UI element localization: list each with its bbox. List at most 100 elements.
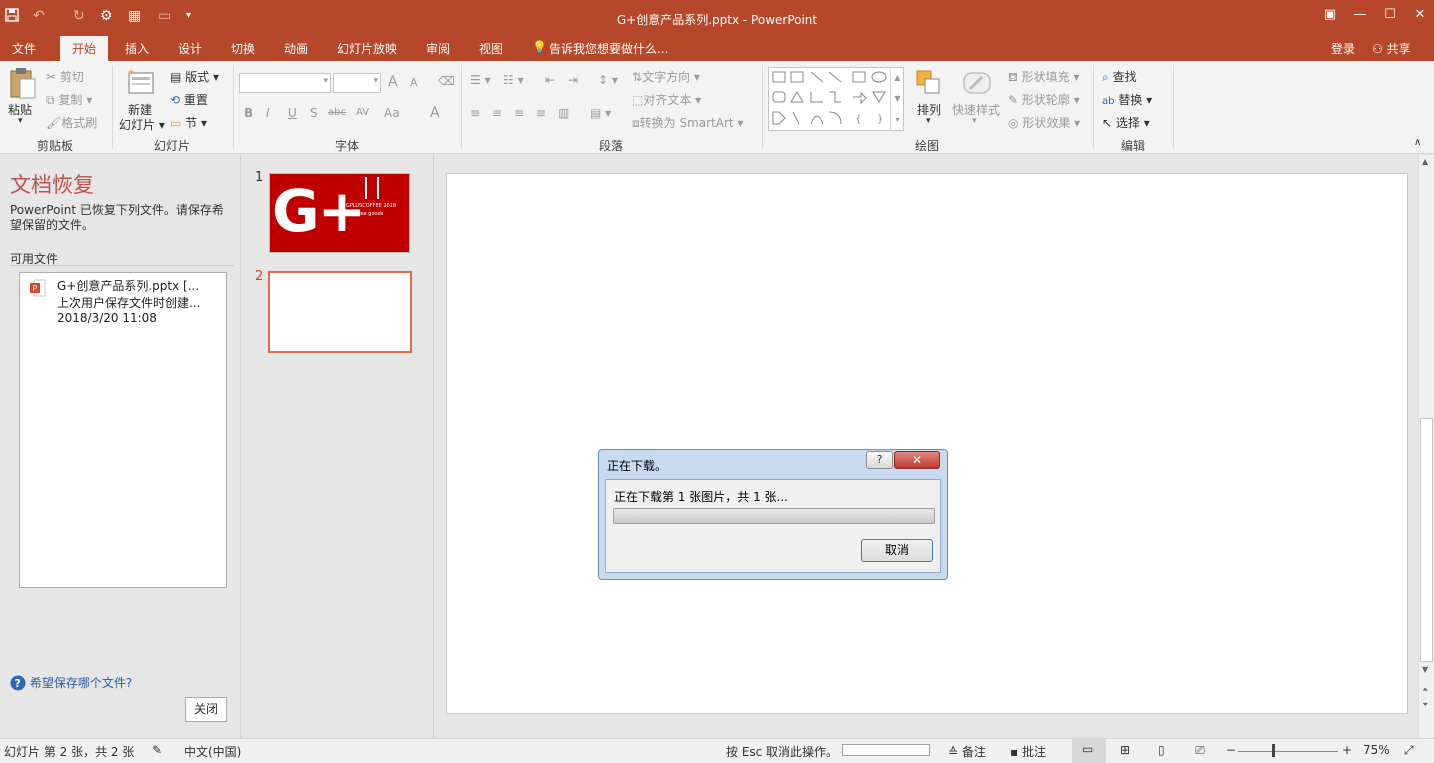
align-left-icon[interactable]: ≡ bbox=[470, 106, 480, 120]
align-right-icon[interactable]: ≡ bbox=[514, 106, 524, 120]
tab-slideshow[interactable]: 幻灯片放映 bbox=[337, 40, 397, 57]
decrease-indent-icon[interactable]: ⇤ bbox=[545, 73, 555, 87]
close-pane-button[interactable]: 关闭 bbox=[185, 697, 227, 722]
tab-animations[interactable]: 动画 bbox=[284, 40, 308, 57]
dialog-help-button[interactable]: ? bbox=[866, 451, 893, 469]
char-spacing-button[interactable]: AV bbox=[356, 107, 369, 118]
font-size-combo[interactable]: ▾ bbox=[333, 73, 381, 93]
smartart-button[interactable]: ⧈转换为 SmartArt ▾ bbox=[632, 114, 743, 131]
shapes-scroll[interactable]: ▲ ▼ ▾ bbox=[890, 67, 904, 131]
shapes-gallery[interactable]: {} bbox=[768, 67, 904, 131]
shadow-button[interactable]: S bbox=[310, 106, 318, 120]
select-button[interactable]: ↖ 选择 ▾ bbox=[1102, 114, 1150, 131]
reading-view-icon[interactable]: ▯ bbox=[1158, 743, 1165, 757]
powerpoint-file-icon: P bbox=[30, 279, 46, 297]
chevron-down-icon[interactable]: ▾ bbox=[926, 116, 931, 126]
minimize-icon[interactable]: — bbox=[1350, 7, 1370, 22]
slide-canvas[interactable] bbox=[446, 173, 1408, 714]
language-indicator[interactable]: 中文(中国) bbox=[184, 743, 241, 760]
section-button[interactable]: ▭ 节 ▾ bbox=[170, 114, 207, 131]
shrink-font-button[interactable]: A bbox=[410, 76, 418, 89]
chevron-down-icon[interactable]: ▾ bbox=[972, 116, 977, 126]
shape-outline-button[interactable]: ✎ 形状轮廓 ▾ bbox=[1008, 91, 1080, 108]
align-center-icon[interactable]: ≡ bbox=[492, 106, 502, 120]
clear-format-icon[interactable]: ⌫ bbox=[438, 74, 455, 88]
fit-to-window-icon[interactable]: ⤢ bbox=[1404, 743, 1414, 758]
help-link[interactable]: ? 希望保存哪个文件? bbox=[10, 674, 132, 691]
grow-font-button[interactable]: A bbox=[388, 74, 398, 90]
collapse-ribbon-icon[interactable]: ∧ bbox=[1414, 137, 1421, 148]
bold-button[interactable]: B bbox=[244, 106, 253, 120]
spell-check-icon[interactable]: ✎ bbox=[152, 743, 162, 757]
layout-button[interactable]: ▤ 版式 ▾ bbox=[170, 68, 219, 85]
ribbon-tabs: 文件 开始 插入 设计 切换 动画 幻灯片放映 审阅 视图 💡 告诉我您想要做什… bbox=[0, 36, 1434, 61]
quick-styles-button[interactable] bbox=[962, 69, 992, 100]
notes-button[interactable]: ≙ 备注 bbox=[948, 743, 986, 760]
font-name-combo[interactable]: ▾ bbox=[239, 73, 331, 93]
bullets-icon[interactable]: ☰ ▾ bbox=[470, 73, 491, 87]
change-case-button[interactable]: Aa bbox=[384, 106, 400, 120]
maximize-icon[interactable]: ☐ bbox=[1380, 7, 1400, 22]
zoom-level[interactable]: 75% bbox=[1363, 743, 1390, 757]
arrange-button[interactable] bbox=[915, 69, 943, 100]
new-slide-button[interactable]: ✶ bbox=[126, 67, 156, 98]
italic-button[interactable]: I bbox=[266, 106, 270, 120]
slide-thumbnail-1[interactable]: G+ GPLUSCOFFEE 2018 idea goods bbox=[269, 173, 410, 253]
scroll-up-icon[interactable]: ▲ bbox=[1422, 157, 1428, 166]
slide-thumbnail-2[interactable] bbox=[268, 271, 412, 353]
tab-home[interactable]: 开始 bbox=[60, 36, 109, 61]
paste-button[interactable] bbox=[8, 67, 38, 104]
slide-number: 1 bbox=[255, 170, 264, 185]
reset-button[interactable]: ⟲ 重置 bbox=[170, 91, 208, 108]
cut-button[interactable]: ✂ 剪切 bbox=[46, 68, 84, 85]
share-button[interactable]: ⚇ 共享 bbox=[1372, 40, 1411, 57]
next-slide-icon[interactable]: ⏷ bbox=[1422, 700, 1428, 710]
columns-icon[interactable]: ▤ ▾ bbox=[590, 106, 611, 120]
close-window-icon[interactable]: ✕ bbox=[1410, 7, 1430, 22]
tell-me-box[interactable]: 告诉我您想要做什么... bbox=[549, 40, 668, 57]
slideshow-view-icon[interactable]: ⎚ bbox=[1195, 743, 1205, 758]
find-button[interactable]: ⌕ 查找 bbox=[1102, 68, 1137, 85]
ribbon-display-icon[interactable]: ▣ bbox=[1320, 7, 1340, 22]
align-text-button[interactable]: ⬚对齐文本 ▾ bbox=[632, 91, 701, 108]
font-color-button[interactable]: A bbox=[430, 105, 440, 121]
login-link[interactable]: 登录 bbox=[1331, 40, 1355, 57]
shape-fill-button[interactable]: ⛾ 形状填充 ▾ bbox=[1008, 68, 1080, 86]
dialog-close-button[interactable]: ✕ bbox=[894, 451, 940, 469]
cancel-button[interactable]: 取消 bbox=[861, 539, 933, 562]
tab-design[interactable]: 设计 bbox=[178, 40, 202, 57]
shape-effects-button[interactable]: ◎ 形状效果 ▾ bbox=[1008, 114, 1080, 131]
text-direction-button[interactable]: ⇅文字方向 ▾ bbox=[632, 68, 700, 85]
distributed-icon[interactable]: ▥ bbox=[558, 106, 569, 120]
format-painter-button[interactable]: 🖌格式刷 bbox=[46, 114, 97, 131]
previous-slide-icon[interactable]: ⏶ bbox=[1422, 685, 1428, 695]
help-icon: ? bbox=[10, 675, 26, 691]
numbering-icon[interactable]: ☷ ▾ bbox=[503, 73, 524, 87]
zoom-out-icon[interactable]: − bbox=[1226, 743, 1236, 757]
increase-indent-icon[interactable]: ⇥ bbox=[568, 73, 578, 87]
zoom-slider-thumb[interactable] bbox=[1272, 744, 1275, 757]
tab-review[interactable]: 审阅 bbox=[426, 40, 450, 57]
scroll-down-icon[interactable]: ▼ bbox=[1422, 665, 1428, 674]
paste-dropdown-icon[interactable]: ▾ bbox=[18, 116, 23, 126]
slide-sorter-icon[interactable]: ⊞ bbox=[1120, 743, 1130, 757]
zoom-in-icon[interactable]: + bbox=[1342, 743, 1352, 757]
chevron-down-icon: ▾ bbox=[323, 76, 328, 86]
scrollbar-thumb[interactable] bbox=[1420, 418, 1433, 662]
new-slide-label-2[interactable]: 幻灯片 ▾ bbox=[119, 116, 165, 133]
normal-view-button[interactable]: ▭ bbox=[1072, 739, 1106, 763]
line-spacing-icon[interactable]: ↕ ▾ bbox=[598, 73, 618, 87]
zoom-slider-track[interactable] bbox=[1238, 751, 1338, 752]
replace-button[interactable]: ab 替换 ▾ bbox=[1102, 91, 1152, 108]
vertical-scrollbar[interactable]: ▲ ▼ ⏶ ⏷ bbox=[1418, 155, 1434, 738]
tab-file[interactable]: 文件 bbox=[12, 40, 36, 57]
justify-icon[interactable]: ≡ bbox=[536, 106, 546, 120]
underline-button[interactable]: U bbox=[288, 106, 297, 120]
tab-insert[interactable]: 插入 bbox=[125, 40, 149, 57]
strikethrough-button[interactable]: abc bbox=[328, 107, 346, 118]
comments-button[interactable]: ▪ 批注 bbox=[1010, 743, 1046, 760]
tab-view[interactable]: 视图 bbox=[479, 40, 503, 57]
smartart-icon: ⧈ bbox=[632, 116, 640, 130]
tab-transitions[interactable]: 切换 bbox=[231, 40, 255, 57]
copy-button[interactable]: ⧉ 复制 ▾ bbox=[46, 91, 92, 108]
